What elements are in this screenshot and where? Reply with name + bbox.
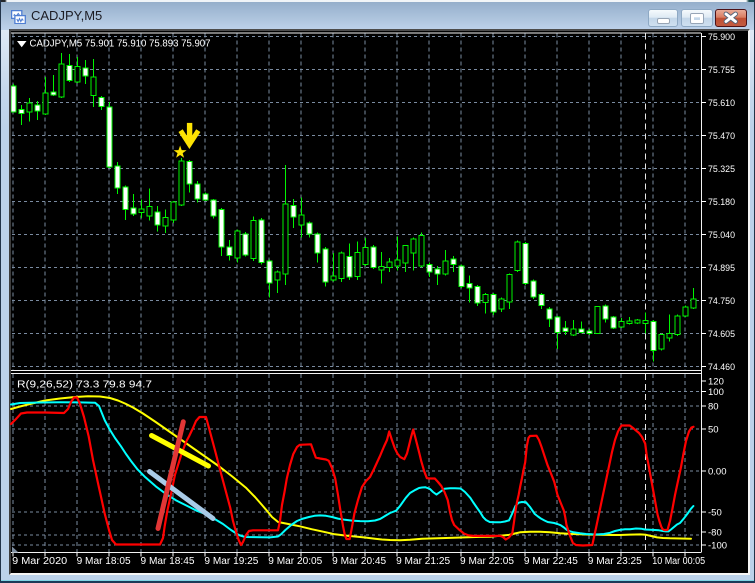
svg-text:75.610: 75.610 xyxy=(708,98,735,109)
svg-text:9 Mar 22:45: 9 Mar 22:45 xyxy=(524,556,579,567)
svg-text:9 Mar 2020: 9 Mar 2020 xyxy=(12,556,68,567)
svg-text:74.895: 74.895 xyxy=(708,263,735,274)
svg-text:-50: -50 xyxy=(708,507,722,518)
svg-text:9 Mar 18:05: 9 Mar 18:05 xyxy=(77,556,132,567)
svg-text:9 Mar 20:45: 9 Mar 20:45 xyxy=(332,556,387,567)
svg-text:9 Mar 22:05: 9 Mar 22:05 xyxy=(460,556,515,567)
svg-text:75.180: 75.180 xyxy=(708,197,735,208)
svg-text:74.605: 74.605 xyxy=(708,329,735,340)
svg-text:74.460: 74.460 xyxy=(708,362,735,373)
svg-text:9 Mar 23:25: 9 Mar 23:25 xyxy=(588,556,643,567)
svg-text:74.750: 74.750 xyxy=(708,296,735,307)
svg-text:75.755: 75.755 xyxy=(708,65,735,76)
svg-text:80: 80 xyxy=(708,401,719,412)
svg-text:75.900: 75.900 xyxy=(708,32,735,43)
svg-text:-100: -100 xyxy=(708,540,727,551)
svg-text:50: 50 xyxy=(708,424,719,435)
svg-text:0.00: 0.00 xyxy=(708,466,727,477)
svg-text:9 Mar 19:25: 9 Mar 19:25 xyxy=(204,556,259,567)
svg-text:CADJPY,M5 75.901 75.910 75.89: CADJPY,M5 75.901 75.910 75.893 75.907 xyxy=(30,39,211,50)
svg-text:120: 120 xyxy=(708,376,724,387)
svg-text:-80: -80 xyxy=(708,527,722,538)
svg-text:10 Mar 00:05: 10 Mar 00:05 xyxy=(652,556,706,567)
svg-text:100: 100 xyxy=(708,387,724,398)
svg-text:75.470: 75.470 xyxy=(708,131,735,142)
svg-text:R(9,26,52) 73.3 79.8 94.7: R(9,26,52) 73.3 79.8 94.7 xyxy=(17,380,153,391)
svg-text:75.325: 75.325 xyxy=(708,164,735,175)
svg-text:9 Mar 20:05: 9 Mar 20:05 xyxy=(268,556,323,567)
svg-text:9 Mar 18:45: 9 Mar 18:45 xyxy=(141,556,196,567)
svg-text:9 Mar 21:25: 9 Mar 21:25 xyxy=(396,556,451,567)
svg-text:75.040: 75.040 xyxy=(708,230,735,241)
